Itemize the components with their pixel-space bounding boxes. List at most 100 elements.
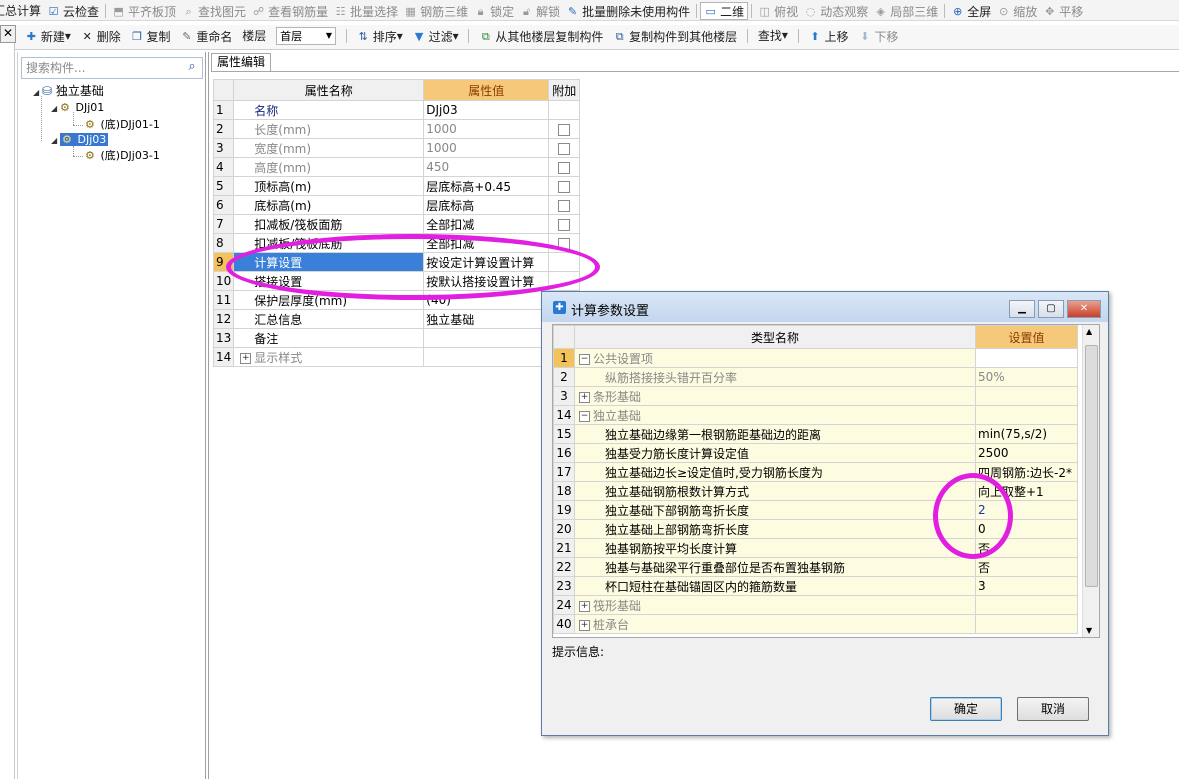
param-row[interactable]: 1− 公共设置项 — [553, 348, 1078, 368]
toolbar-align-top-button[interactable]: ⬒ 平齐板顶 — [109, 1, 179, 20]
toolbar-pan-button[interactable]: ✥ 平移 — [1040, 1, 1086, 20]
tree-node[interactable]: ◢ ⚙ DJj01 — [51, 100, 104, 116]
attribute-row[interactable]: 1 名称 DJj03 — [212, 100, 581, 120]
param-row[interactable]: 23 杯口短柱在基础锚固区内的箍筋数量 3 — [553, 576, 1078, 596]
attribute-value[interactable]: 独立基础 — [423, 309, 550, 329]
value-column-header[interactable]: 属性值 — [423, 79, 550, 101]
param-value[interactable]: 否 — [975, 557, 1078, 577]
toolbar-fullscreen-button[interactable]: ⊕ 全屏 — [948, 1, 994, 20]
tree-leaf[interactable]: ⚙ (底)DJj03-1 — [85, 148, 160, 164]
attribute-row[interactable]: 6 底标高(m) 层底标高 — [212, 195, 581, 215]
param-row[interactable]: 14− 独立基础 — [553, 405, 1078, 425]
param-name[interactable]: 独基受力筋长度计算设定值 — [574, 443, 976, 463]
attribute-row[interactable]: 14 + 显示样式 — [212, 347, 581, 367]
toolbar-unlock-button[interactable]: 🔓︎ 解锁 — [517, 1, 563, 20]
collapse-icon[interactable]: − — [579, 410, 590, 422]
toolbar-find-button[interactable]: ⌕ 查找图元 — [179, 1, 249, 20]
param-value[interactable] — [975, 405, 1078, 425]
dialog-titlebar[interactable]: ✚ 计算参数设置 ▁ ▢ ✕ — [542, 292, 1108, 322]
attribute-name[interactable]: 顶标高(m) — [233, 176, 425, 196]
tree-leaf[interactable]: ⚙ (底)DJj01-1 — [85, 117, 160, 133]
attribute-name[interactable]: 宽度(mm) — [233, 138, 425, 158]
attribute-value[interactable]: 1000 — [423, 119, 550, 139]
ok-button[interactable]: 确定 — [930, 697, 1002, 721]
param-value[interactable] — [975, 614, 1078, 634]
extra-checkbox[interactable] — [558, 218, 571, 231]
toolbar-orbit-button[interactable]: ◌ 动态观察 — [801, 1, 871, 20]
tab-attribute-edit[interactable]: 属性编辑 — [211, 53, 271, 71]
close-panel-button[interactable]: ✕ — [0, 25, 16, 43]
attribute-row[interactable]: 12 汇总信息 独立基础 — [212, 309, 581, 329]
extra-checkbox[interactable] — [558, 180, 571, 193]
find-button[interactable]: 查找 ▾ — [755, 25, 791, 45]
dialog-close-button[interactable]: ✕ — [1067, 300, 1101, 318]
param-row[interactable]: 22 独基与基础梁平行重叠部位是否布置独基钢筋否 — [553, 557, 1078, 577]
toolbar-top-view-button[interactable]: ◫ 俯视 — [755, 1, 801, 20]
param-name[interactable]: 独基钢筋按平均长度计算 — [574, 538, 976, 558]
move-down-button[interactable]: ⬇ 下移 — [855, 26, 901, 46]
param-name[interactable]: 纵筋搭接接头错开百分率 — [574, 367, 976, 387]
extra-column-header[interactable]: 附加 — [548, 79, 581, 101]
delete-button[interactable]: ✕ 删除 — [78, 26, 124, 46]
toolbar-2d-button[interactable]: ▭ 二维 — [700, 2, 749, 20]
toolbar-zoom-button[interactable]: ⊙ 缩放 — [994, 1, 1040, 20]
param-value[interactable] — [975, 348, 1078, 368]
floor-select[interactable]: 首层 ▼ — [276, 26, 337, 45]
toolbar-lock-button[interactable]: 🔒︎ 锁定 — [471, 1, 517, 20]
attribute-value[interactable]: 层底标高 — [423, 195, 550, 215]
param-row[interactable]: 17 独立基础边长≥设定值时,受力钢筋长度为 四周钢筋:边长-2* — [553, 462, 1078, 482]
attribute-row[interactable]: 2 长度(mm) 1000 — [212, 119, 581, 139]
toolbar-batch-delete-button[interactable]: ✎ 批量删除未使用构件 — [563, 1, 693, 20]
scroll-thumb[interactable] — [1085, 345, 1098, 587]
minimize-button[interactable]: ▁ — [1009, 300, 1035, 318]
attribute-name[interactable]: 备注 — [233, 328, 425, 348]
param-name[interactable]: − 独立基础 — [574, 405, 976, 425]
rename-button[interactable]: ✎ 重命名 — [177, 26, 235, 46]
scroll-up-icon[interactable]: ▲ — [1086, 327, 1092, 336]
search-icon[interactable]: ⌕ — [184, 59, 200, 75]
collapse-arrow-icon[interactable]: ◢ — [33, 85, 42, 101]
param-name[interactable]: 独立基础边缘第一根钢筋距基础边的距离 — [574, 424, 976, 444]
param-value[interactable] — [975, 386, 1078, 406]
new-button[interactable]: ✚ 新建 ▾ — [22, 26, 74, 46]
param-row[interactable]: 24 + 筏形基础 — [553, 595, 1078, 615]
attribute-name[interactable]: + 显示样式 — [233, 347, 425, 367]
param-row[interactable]: 15 独立基础边缘第一根钢筋距基础边的距离 min(75,s/2) — [553, 424, 1078, 444]
toolbar-sum-button[interactable]: Σ汇总计算 — [0, 0, 44, 20]
collapse-arrow-icon[interactable]: ◢ — [51, 133, 60, 149]
attribute-row[interactable]: 4 高度(mm) 450 — [212, 157, 581, 177]
attribute-row[interactable]: 3 宽度(mm) 1000 — [212, 138, 581, 158]
param-name[interactable]: + 筏形基础 — [574, 595, 976, 615]
param-row[interactable]: 2 纵筋搭接接头错开百分率 50% — [553, 367, 1078, 387]
attribute-value[interactable]: 450 — [423, 157, 550, 177]
param-name[interactable]: + 条形基础 — [574, 386, 976, 406]
type-column-header[interactable]: 类型名称 — [574, 325, 976, 349]
attribute-value[interactable]: 1000 — [423, 138, 550, 158]
copy-button[interactable]: ❐ 复制 — [128, 26, 174, 46]
param-row[interactable]: 16 独基受力筋长度计算设定值 2500 — [553, 443, 1078, 463]
scroll-down-icon[interactable]: ▼ — [1086, 626, 1092, 635]
attribute-name[interactable]: 高度(mm) — [233, 157, 425, 177]
attribute-row[interactable]: 5 顶标高(m) 层底标高+0.45 — [212, 176, 581, 196]
attribute-row[interactable]: 13 备注 — [212, 328, 581, 348]
tree-node-selected[interactable]: ◢ ⚙ DJj03 — [51, 132, 109, 149]
extra-checkbox[interactable] — [558, 161, 571, 174]
collapse-icon[interactable]: − — [579, 353, 590, 365]
param-row[interactable]: 3 + 条形基础 — [553, 386, 1078, 406]
attribute-value[interactable]: 全部扣减 — [423, 214, 550, 234]
param-row[interactable]: 40 + 桩承台 — [553, 614, 1078, 634]
move-up-button[interactable]: ⬆ 上移 — [806, 26, 852, 46]
attribute-value[interactable]: 层底标高+0.45 — [423, 176, 550, 196]
toolbar-cloud-check-button[interactable]: ☑ 云检查 — [44, 1, 102, 20]
filter-button[interactable]: ▼ 过滤 ▾ — [410, 26, 462, 46]
attribute-value[interactable] — [423, 347, 550, 367]
attribute-row[interactable]: 7 扣减板/筏板面筋 全部扣减 — [212, 214, 581, 234]
param-name[interactable]: 杯口短柱在基础锚固区内的箍筋数量 — [574, 576, 976, 596]
param-value[interactable]: min(75,s/2) — [975, 424, 1078, 444]
extra-checkbox[interactable] — [558, 142, 571, 155]
search-input[interactable] — [24, 59, 178, 77]
param-name[interactable]: 独立基础边长≥设定值时,受力钢筋长度为 — [574, 462, 976, 482]
attribute-name[interactable]: 汇总信息 — [233, 309, 425, 329]
toolbar-rebar-view-button[interactable]: ☍ 查看钢筋量 — [249, 1, 331, 20]
param-value[interactable]: 50% — [975, 367, 1078, 387]
